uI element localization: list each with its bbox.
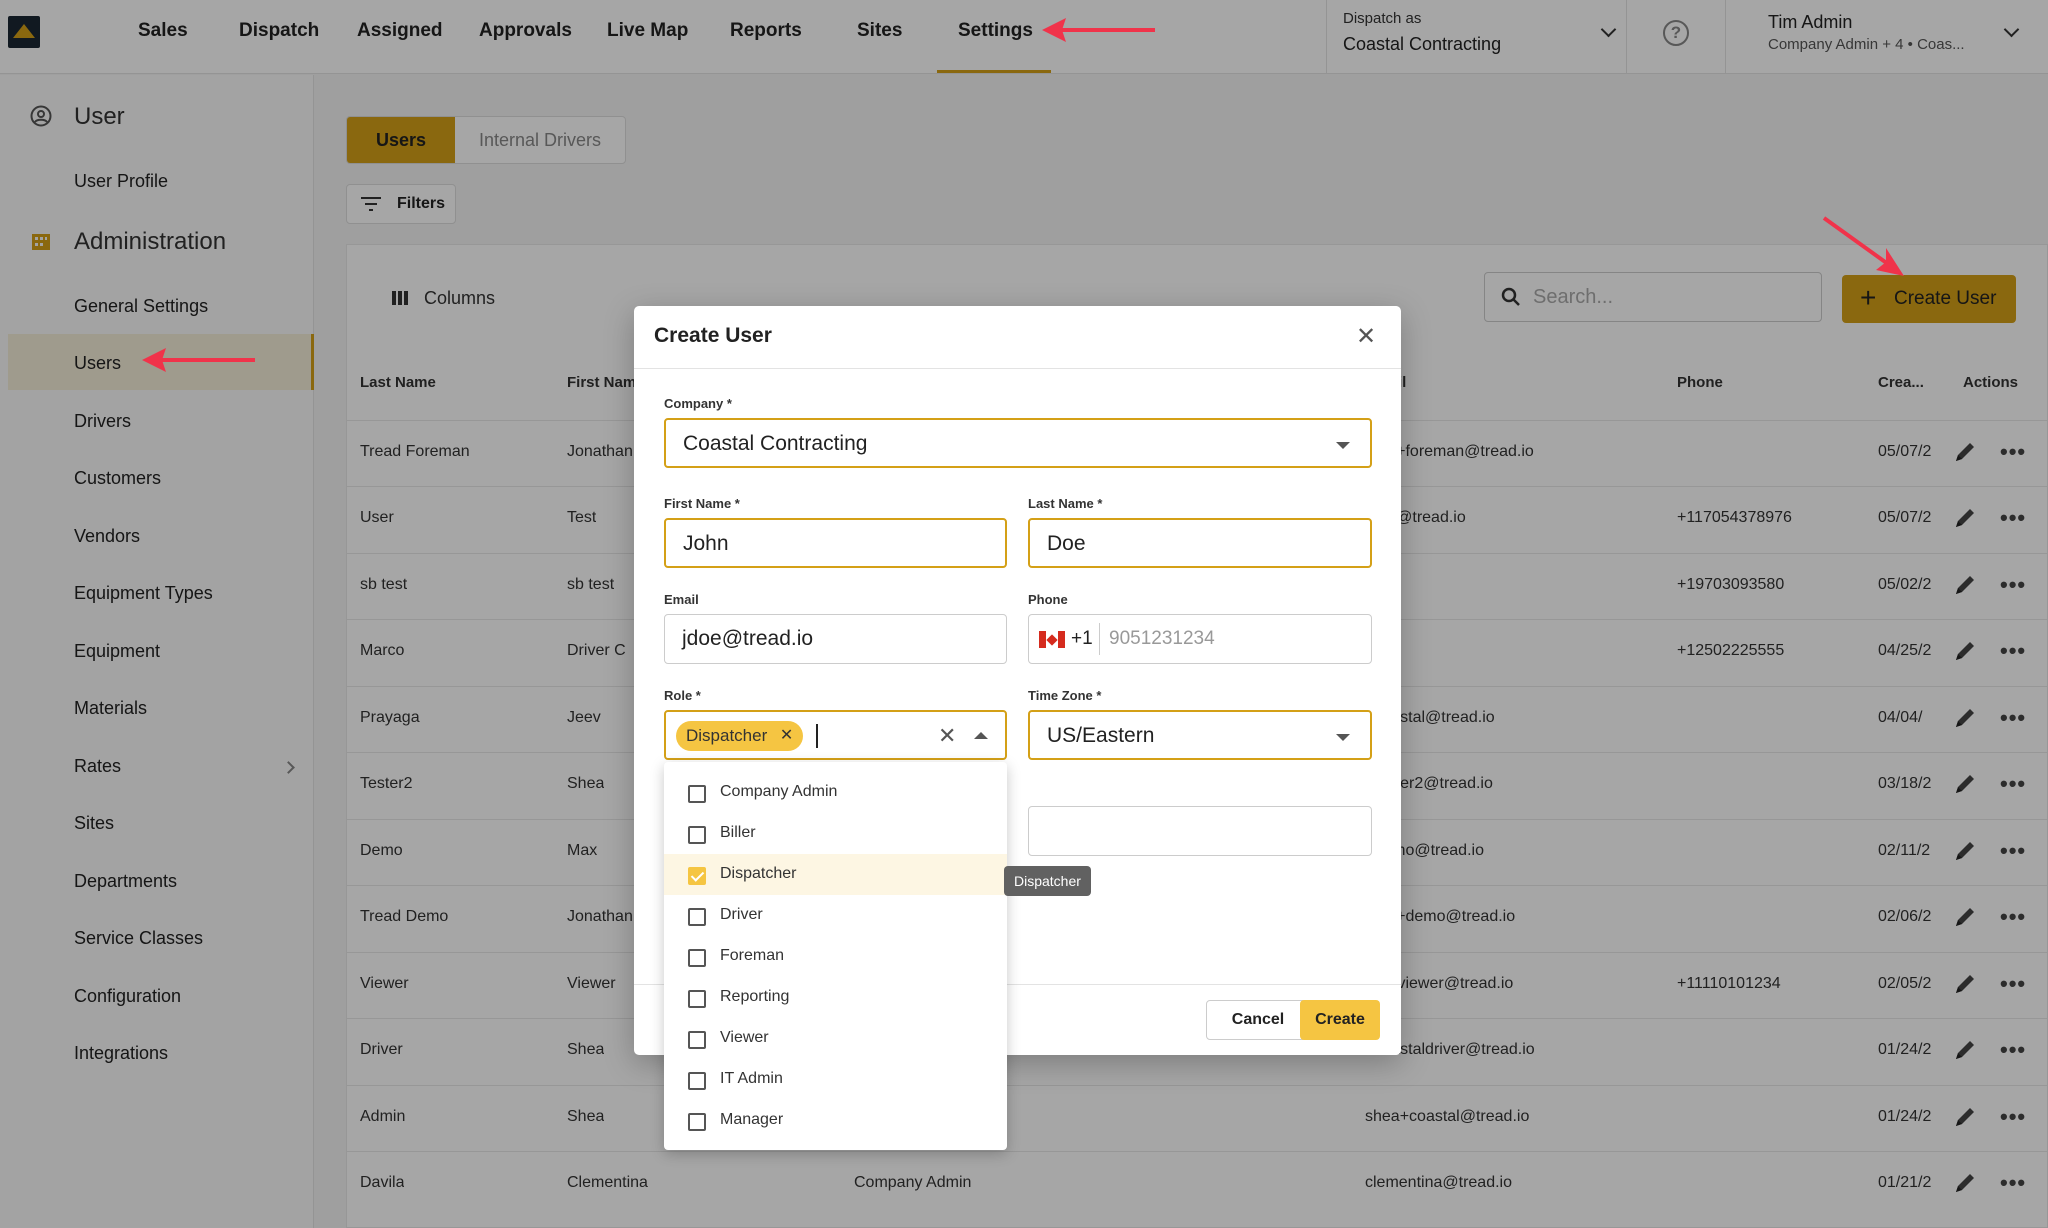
timezone-select[interactable]: US/Eastern — [1028, 710, 1372, 760]
role-option-reporting[interactable]: Reporting — [664, 977, 1007, 1018]
role-option-label: Foreman — [720, 947, 785, 964]
last-name-label: Last Name * — [1028, 496, 1103, 511]
caret-down-icon — [1336, 734, 1350, 741]
role-option-foreman[interactable]: Foreman — [664, 936, 1007, 977]
remove-chip-icon[interactable]: ✕ — [780, 721, 793, 751]
role-option-manager[interactable]: Manager — [664, 1100, 1007, 1141]
role-option-label: Dispatcher — [720, 865, 797, 882]
role-option-label: Viewer — [720, 1029, 769, 1046]
timezone-label: Time Zone * — [1028, 688, 1102, 703]
company-value: Coastal Contracting — [683, 432, 868, 455]
first-name-value: John — [683, 532, 729, 555]
last-name-field[interactable]: Doe — [1028, 518, 1372, 568]
email-value: jdoe@tread.io — [682, 627, 814, 650]
cancel-button[interactable]: Cancel — [1206, 1000, 1310, 1040]
caret-down-icon — [1336, 442, 1350, 449]
role-option-label: IT Admin — [720, 1070, 783, 1087]
role-option-viewer[interactable]: Viewer — [664, 1018, 1007, 1059]
role-multiselect[interactable]: Dispatcher ✕ ✕ — [664, 710, 1007, 760]
dispatcher-tooltip: Dispatcher — [1004, 866, 1091, 896]
checkbox[interactable] — [688, 949, 706, 967]
phone-placeholder: 9051231234 — [1109, 628, 1215, 649]
role-option-label: Biller — [720, 824, 756, 841]
create-button[interactable]: Create — [1300, 1000, 1380, 1040]
checkbox[interactable] — [688, 990, 706, 1008]
phone-divider — [1099, 623, 1100, 655]
first-name-label: First Name * — [664, 496, 740, 511]
dialog-divider — [634, 368, 1401, 369]
phone-country-code: +1 — [1071, 628, 1093, 649]
role-option-label: Company Admin — [720, 783, 838, 800]
email-label: Email — [664, 592, 699, 607]
company-select[interactable]: Coastal Contracting — [664, 418, 1372, 468]
first-name-field[interactable]: John — [664, 518, 1007, 568]
last-name-value: Doe — [1047, 532, 1086, 555]
clear-icon[interactable]: ✕ — [938, 712, 956, 760]
checkbox[interactable] — [688, 785, 706, 803]
annotation-arrow-settings — [1042, 18, 1155, 42]
role-option-dispatcher[interactable]: Dispatcher — [664, 854, 1007, 895]
checkbox[interactable] — [688, 1072, 706, 1090]
email-field[interactable]: jdoe@tread.io — [664, 614, 1007, 664]
role-option-driver[interactable]: Driver — [664, 895, 1007, 936]
role-label: Role * — [664, 688, 701, 703]
role-option-label: Manager — [720, 1111, 784, 1128]
company-label: Company * — [664, 396, 732, 411]
canada-flag-icon[interactable] — [1039, 631, 1065, 648]
close-icon[interactable]: ✕ — [1356, 322, 1376, 351]
checkbox[interactable] — [688, 1031, 706, 1049]
role-option-label: Reporting — [720, 988, 790, 1005]
checkbox[interactable] — [688, 908, 706, 926]
phone-label: Phone — [1028, 592, 1068, 607]
role-option-it-admin[interactable]: IT Admin — [664, 1059, 1007, 1100]
checkbox-checked[interactable] — [688, 867, 706, 885]
role-option-company-admin[interactable]: Company Admin — [664, 772, 1007, 813]
annotation-arrow-users — [142, 348, 255, 372]
role-options-list: Company Admin Biller Dispatcher Driver F… — [664, 762, 1007, 1150]
checkbox[interactable] — [688, 826, 706, 844]
role-option-label: Driver — [720, 906, 763, 923]
role-option-biller[interactable]: Biller — [664, 813, 1007, 854]
annotation-arrow-create-user — [1822, 216, 1904, 276]
additional-field[interactable] — [1028, 806, 1372, 856]
dialog-title: Create User — [654, 324, 772, 347]
checkbox[interactable] — [688, 1113, 706, 1131]
phone-field[interactable]: +1 9051231234 — [1028, 614, 1372, 664]
role-chip-dispatcher[interactable]: Dispatcher ✕ — [676, 721, 804, 751]
role-chip-label: Dispatcher — [686, 726, 768, 745]
text-cursor — [816, 724, 818, 748]
timezone-value: US/Eastern — [1047, 724, 1155, 747]
caret-up-icon[interactable] — [974, 732, 988, 739]
